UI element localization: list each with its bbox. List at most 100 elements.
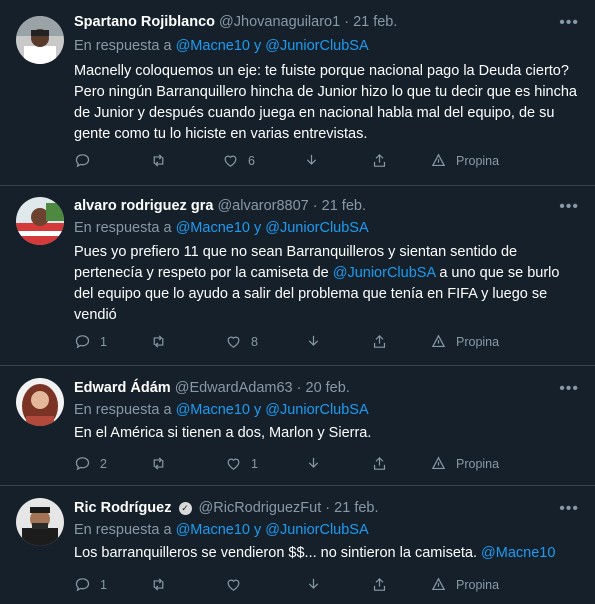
user-handle[interactable]: @EdwardAdam63 [175,380,293,396]
action-bar: 1 8 Propina [74,333,544,353]
download-button[interactable] [305,455,322,472]
share-button[interactable] [371,576,388,593]
mention-link[interactable]: @Macne10 [176,38,250,54]
share-button[interactable] [371,152,388,169]
tweet-header: alvaro rodriguez gra @alvaror8807 · 21 f… [74,198,366,214]
download-button[interactable] [305,333,322,350]
verified-icon: ✓ [178,502,192,515]
display-name[interactable]: alvaro rodriguez gra [74,198,213,214]
reply-icon [75,578,90,592]
reply-context: En respuesta a @Macne10 y @JuniorClubSA [74,38,369,54]
download-button[interactable] [303,152,320,169]
avatar[interactable] [16,498,64,546]
tweet[interactable]: Edward Ádám @EdwardAdam63 · 20 feb. ••• … [0,366,595,486]
tweet[interactable]: Ric Rodríguez ✓ @RicRodriguezFut · 21 fe… [0,486,595,604]
share-icon [373,153,386,167]
reply-button[interactable]: 1 [74,333,107,350]
mention-link[interactable]: @JuniorClubSA [265,220,368,236]
user-handle[interactable]: @RicRodriguezFut [199,500,322,516]
reply-context: En respuesta a @Macne10 y @JuniorClubSA [74,402,369,418]
like-button[interactable]: 8 [225,333,258,350]
avatar[interactable] [16,197,64,245]
download-icon [306,154,317,165]
download-icon [308,578,319,589]
avatar[interactable] [16,378,64,426]
promote-icon [431,153,446,167]
reply-count: 2 [100,456,107,471]
reply-icon [75,154,90,168]
mention-link[interactable]: @Macne10 [176,402,250,418]
like-button[interactable] [225,576,251,593]
action-bar: 6 Propina [74,152,544,172]
download-button[interactable] [305,576,322,593]
tweet-text: Macnelly coloquemos un eje: te fuiste po… [74,63,577,142]
promote-label: Propina [456,456,500,471]
user-handle[interactable]: @Jhovanaguilaro1 [219,14,340,30]
user-handle[interactable]: @alvaror8807 [217,198,308,214]
retweet-icon [153,457,164,470]
retweet-button[interactable] [150,333,176,350]
avatar[interactable] [16,16,64,64]
reply-prefix: En respuesta a [74,522,172,538]
like-count: 8 [251,334,258,349]
reply-icon [75,335,90,349]
share-icon [373,577,386,591]
promote-button[interactable]: Propina [430,576,499,593]
mention-link[interactable]: @Macne10 [176,522,250,538]
promote-label: Propina [456,334,500,349]
promote-button[interactable]: Propina [430,333,499,350]
like-count: 1 [251,456,258,471]
like-icon [227,458,240,470]
promote-label: Propina [456,577,500,592]
like-button[interactable]: 1 [225,455,258,472]
promote-button[interactable]: Propina [430,455,499,472]
tweet-header: Edward Ádám @EdwardAdam63 · 20 feb. [74,380,350,396]
reply-button[interactable]: 2 [74,455,107,472]
retweet-button[interactable] [150,455,176,472]
reply-button[interactable] [74,152,100,169]
reply-and: y [253,220,262,236]
tweet[interactable]: alvaro rodriguez gra @alvaror8807 · 21 f… [0,186,595,366]
like-button[interactable]: 6 [222,152,255,169]
retweet-button[interactable] [150,576,176,593]
timestamp[interactable]: 20 feb. [306,380,350,396]
reply-context: En respuesta a @Macne10 y @JuniorClubSA [74,522,369,538]
mention-link[interactable]: @Macne10 [176,220,250,236]
display-name[interactable]: Spartano Rojiblanco [74,14,215,30]
timestamp[interactable]: 21 feb. [353,14,397,30]
more-icon[interactable]: ••• [559,500,579,518]
tweet-header: Ric Rodríguez ✓ @RicRodriguezFut · 21 fe… [74,500,379,516]
reply-feed: Spartano Rojiblanco @Jhovanaguilaro1 · 2… [0,0,595,604]
mention-link[interactable]: @JuniorClubSA [265,38,368,54]
download-icon [308,335,319,346]
timestamp[interactable]: 21 feb. [322,198,366,214]
promote-button[interactable]: Propina [430,152,499,169]
reply-and: y [253,38,262,54]
mention-link[interactable]: @Macne10 [481,545,555,561]
reply-icon [75,457,90,471]
like-count: 6 [248,153,255,168]
like-icon [227,336,240,348]
retweet-icon [153,154,164,167]
reply-prefix: En respuesta a [74,38,172,54]
share-button[interactable] [371,455,388,472]
reply-count: 1 [100,334,107,349]
tweet-text: En el América si tienen a dos, Marlon y … [74,425,372,441]
more-icon[interactable]: ••• [559,198,579,216]
mention-link[interactable]: @JuniorClubSA [265,522,368,538]
reply-button[interactable]: 1 [74,576,107,593]
timestamp[interactable]: 21 feb. [334,500,378,516]
retweet-button[interactable] [150,152,176,169]
share-button[interactable] [371,333,388,350]
tweet-header: Spartano Rojiblanco @Jhovanaguilaro1 · 2… [74,14,398,30]
mention-link[interactable]: @JuniorClubSA [333,265,436,281]
mention-link[interactable]: @JuniorClubSA [265,402,368,418]
display-name[interactable]: Ric Rodríguez [74,500,171,516]
action-bar: 1 Propina [74,576,544,596]
tweet[interactable]: Spartano Rojiblanco @Jhovanaguilaro1 · 2… [0,0,595,186]
more-icon[interactable]: ••• [559,380,579,398]
reply-and: y [253,522,262,538]
tweet-text-part: Los barranquilleros se vendieron $$... n… [74,545,482,561]
display-name[interactable]: Edward Ádám [74,380,171,396]
more-icon[interactable]: ••• [559,14,579,32]
